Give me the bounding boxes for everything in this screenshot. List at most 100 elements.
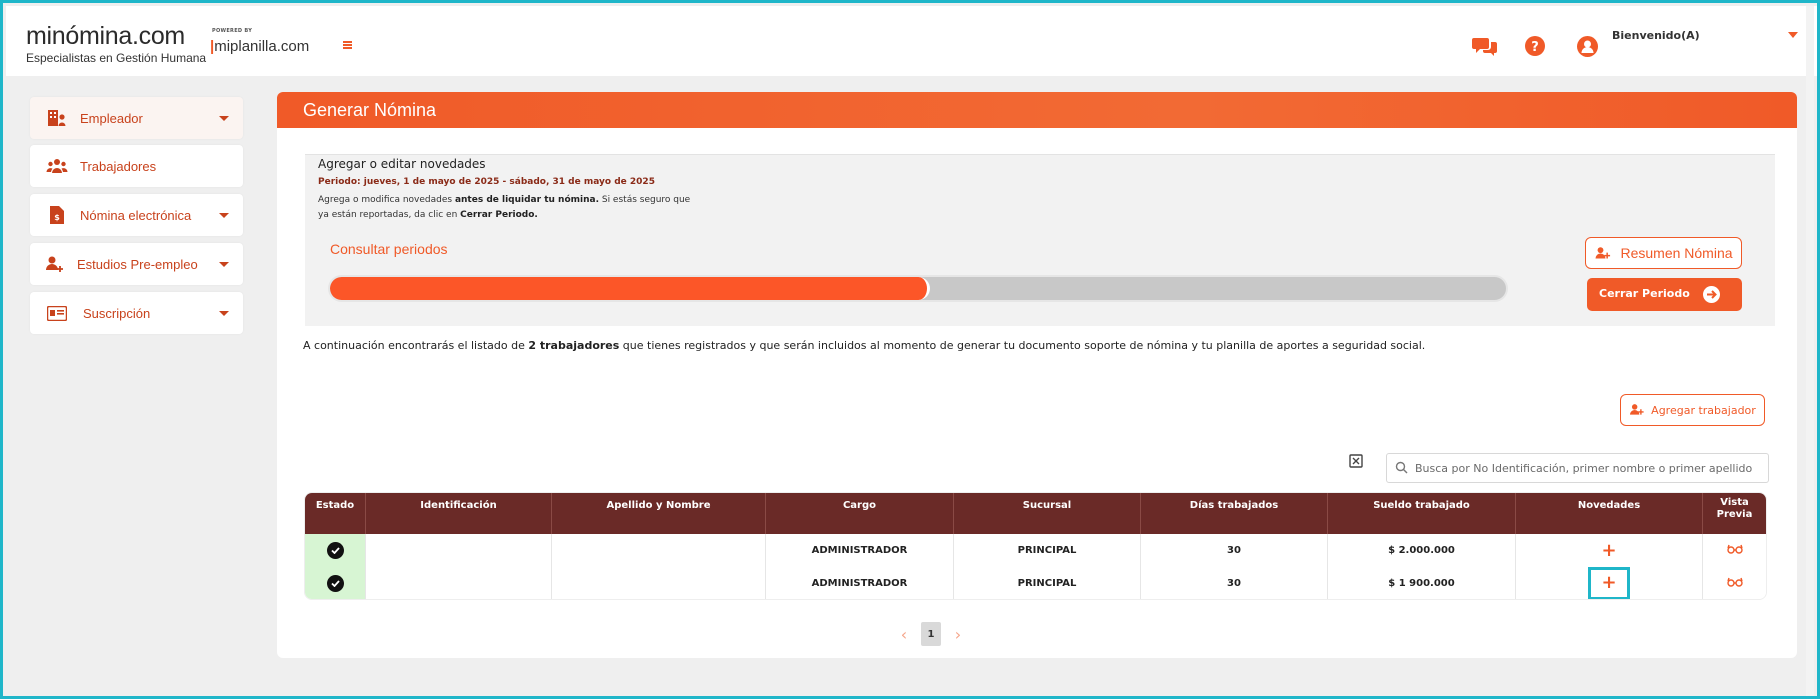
chevron-down-icon [219,262,229,267]
chat-icon[interactable] [1472,33,1498,59]
progress-fill [330,277,930,300]
search-input[interactable] [1415,458,1765,478]
logo[interactable]: minómina.com [26,22,185,51]
resumen-nomina-button[interactable]: Resumen Nómina [1585,237,1742,269]
add-novedad-button[interactable]: + [1601,574,1616,592]
search-icon [1395,461,1408,474]
document-icon: $ [46,205,68,225]
nombre-cell [552,534,766,567]
nombre-cell [552,567,766,599]
user-add-icon [1595,246,1611,258]
vista-previa-cell [1703,534,1766,567]
sidebar-item-label: Empleador [80,110,143,126]
col-novedades: Novedades [1516,493,1703,534]
sucursal-cell: PRINCIPAL [954,534,1141,567]
svg-text:$: $ [54,213,60,222]
main-card: Generar Nómina Agregar o editar novedade… [277,92,1797,658]
estado-cell [305,534,366,567]
sidebar-item-empleador[interactable]: Empleador [30,97,243,139]
user-icon[interactable] [1574,33,1600,59]
consult-periods-link[interactable]: Consultar periodos [330,241,448,257]
dias-cell: 30 [1141,534,1328,567]
add-worker-button[interactable]: Agregar trabajador [1620,394,1765,426]
col-estado: Estado [305,493,366,534]
help-icon[interactable]: ? [1522,33,1548,59]
col-identificacion: Identificación [366,493,552,534]
col-nombre: Apellido y Nombre [552,493,766,534]
add-worker-label: Agregar trabajador [1651,403,1756,417]
novedades-title: Agregar o editar novedades [318,157,486,171]
partner-logo[interactable]: |miplanilla.com [210,38,309,55]
chevron-down-icon [219,213,229,218]
dias-cell: 30 [1141,567,1328,599]
col-dias: Días trabajados [1141,493,1328,534]
table-row: ADMINISTRADOR PRINCIPAL 30 $ 2.000.000 + [305,534,1766,567]
col-sucursal: Sucursal [954,493,1141,534]
cargo-cell: ADMINISTRADOR [766,567,954,599]
table-header: Estado Identificación Apellido y Nombre … [305,493,1766,534]
novedades-cell: + [1516,566,1703,599]
period-label: Periodo: jueves, 1 de mayo de 2025 - sáb… [318,177,655,187]
card-icon [46,303,68,323]
resumen-nomina-label: Resumen Nómina [1620,245,1733,261]
page-title: Generar Nómina [303,100,437,120]
add-novedad-button[interactable]: + [1601,541,1616,560]
arrow-right-icon [1703,286,1720,303]
identificacion-cell [366,567,552,599]
card-header: Generar Nómina [277,92,1797,128]
svg-text:?: ? [1531,40,1539,55]
preview-glasses-icon[interactable] [1726,576,1743,591]
top-header: minómina.com Especialistas en Gestión Hu… [6,6,1817,76]
user-add-icon [1630,404,1644,415]
pagination-prev-button[interactable]: ‹ [897,625,911,644]
logo-tagline: Especialistas en Gestión Humana [26,51,207,65]
sidebar-item-nomina-electronica[interactable]: $ Nómina electrónica [30,194,243,236]
search-field[interactable] [1386,453,1769,483]
check-circle-icon [326,574,344,592]
employer-icon [46,108,68,128]
welcome-label: Bienvenido(A) [1612,29,1700,42]
pagination: ‹ 1 › [897,622,965,646]
identificacion-cell [366,534,552,567]
table-row: ADMINISTRADOR PRINCIPAL 30 $ 1 900.000 + [305,566,1766,599]
cargo-cell: ADMINISTRADOR [766,534,954,567]
powered-by-label: POWERED BY [212,28,253,34]
check-circle-icon [326,542,344,559]
sidebar-item-label: Suscripción [83,305,151,321]
workers-info-text: A continuación encontrarás el listado de… [303,339,1426,352]
novedades-panel: Agregar o editar novedades Periodo: juev… [305,154,1775,326]
export-excel-icon[interactable] [1349,454,1363,468]
pagination-page-1[interactable]: 1 [921,622,941,646]
user-menu-caret-icon[interactable] [1788,32,1798,38]
scrollbar[interactable] [1806,6,1814,696]
preview-glasses-icon[interactable] [1726,543,1743,558]
sidebar-item-estudios-pre-empleo[interactable]: Estudios Pre-empleo [30,243,243,285]
col-vista-previa: Vista Previa [1716,497,1753,520]
sueldo-cell: $ 2.000.000 [1328,534,1516,567]
sidebar-item-label: Estudios Pre-empleo [77,256,198,272]
menu-toggle-icon[interactable] [343,41,352,49]
col-cargo: Cargo [766,493,954,534]
add-novedad-highlight[interactable]: + [1588,566,1630,599]
sueldo-cell: $ 1 900.000 [1328,567,1516,599]
chevron-down-icon [219,116,229,121]
sidebar-item-suscripcion[interactable]: Suscripción [30,292,243,334]
col-sueldo: Sueldo trabajado [1328,493,1516,534]
novedades-description: Agrega o modifica novedades antes de liq… [318,195,691,220]
workers-icon [46,156,68,176]
sidebar-item-trabajadores[interactable]: Trabajadores [30,145,243,187]
sucursal-cell: PRINCIPAL [954,567,1141,599]
partner-name: miplanilla.com [214,38,310,55]
user-add-icon [44,254,66,274]
app-frame: minómina.com Especialistas en Gestión Hu… [0,0,1820,699]
novedades-cell: + [1516,534,1703,567]
sidebar-item-label: Nómina electrónica [80,207,192,223]
sidebar-item-label: Trabajadores [80,158,157,174]
cerrar-periodo-label: Cerrar Periodo [1599,287,1690,300]
cerrar-periodo-button[interactable]: Cerrar Periodo [1587,278,1742,311]
vista-previa-cell [1703,567,1766,599]
pagination-next-button[interactable]: › [951,625,965,644]
estado-cell [305,567,366,599]
workers-table: Estado Identificación Apellido y Nombre … [304,492,1767,600]
chevron-down-icon [219,311,229,316]
